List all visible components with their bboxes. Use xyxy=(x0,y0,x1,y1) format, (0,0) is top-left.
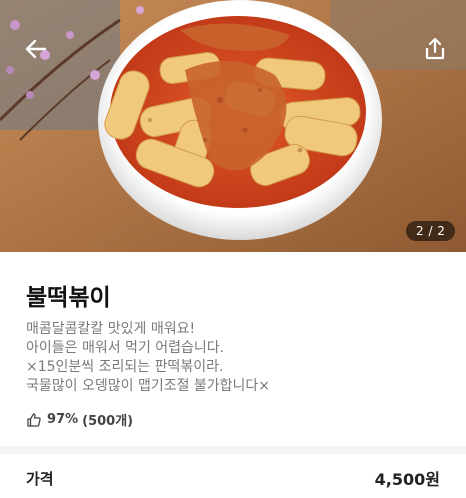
tteokbokki-photo xyxy=(0,0,466,252)
menu-name: 불떡볶이 xyxy=(26,285,111,311)
share-icon xyxy=(425,37,445,60)
description-line: ×15인분씩 조리되는 판떡볶이라. xyxy=(26,359,224,375)
menu-description: 매콤달콤칼칼 맛있게 매워요! 아이들은 매워서 먹기 어렵습니다. ×15인분… xyxy=(26,320,446,396)
image-counter-badge: 2 / 2 xyxy=(406,221,456,241)
arrow-left-icon xyxy=(25,39,47,59)
menu-photo[interactable]: 2 / 2 xyxy=(0,0,466,252)
price-label: 가격 xyxy=(26,469,54,488)
price-row: 가격 4,500원 xyxy=(26,466,440,490)
price-value: 4,500원 xyxy=(374,470,440,489)
rating-count: (500개) xyxy=(82,414,134,429)
rating: 97% (500개) xyxy=(26,410,133,429)
back-button[interactable] xyxy=(20,33,52,65)
description-line: 국물많이 오뎅많이 맵기조절 불가합니다× xyxy=(26,378,271,394)
description-line: 매콤달콤칼칼 맛있게 매워요! xyxy=(26,321,196,337)
section-divider xyxy=(0,446,466,454)
thumbs-up-icon xyxy=(27,412,41,427)
description-line: 아이들은 매워서 먹기 어렵습니다. xyxy=(26,340,225,356)
rating-percent: 97% xyxy=(47,412,79,427)
share-button[interactable] xyxy=(419,33,451,65)
